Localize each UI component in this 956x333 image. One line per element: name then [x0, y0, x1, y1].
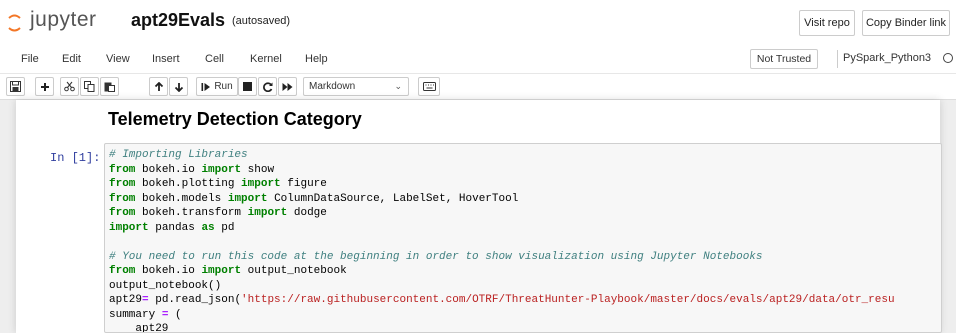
- code-text: bokeh.plotting: [142, 178, 235, 190]
- code-comment: # You need to run this code at the begin…: [109, 250, 763, 263]
- menu-file[interactable]: File: [21, 53, 39, 65]
- code-text: pd: [221, 221, 235, 234]
- trust-status-button[interactable]: Not Trusted: [750, 49, 818, 69]
- code-text: figure: [287, 178, 327, 190]
- kernel-name[interactable]: PySpark_Python3: [843, 52, 931, 64]
- code-text: bokeh.io: [142, 265, 195, 277]
- code-keyword: import: [247, 207, 288, 219]
- interrupt-kernel-button[interactable]: [238, 77, 257, 96]
- code-text: show: [247, 163, 275, 176]
- code-text: output_notebook: [247, 265, 347, 277]
- input-prompt: In [1]:: [50, 151, 101, 165]
- code-operator: =: [142, 294, 149, 306]
- restart-run-all-button[interactable]: [278, 77, 297, 96]
- move-cell-up-button[interactable]: [149, 77, 168, 96]
- insert-cell-button[interactable]: [35, 77, 54, 96]
- code-keyword: import: [109, 221, 149, 234]
- code-text: output_notebook(): [109, 279, 222, 292]
- copy-icon: [84, 81, 95, 92]
- code-text: dodge: [293, 207, 327, 219]
- menu-view[interactable]: View: [106, 53, 130, 65]
- step-forward-icon: [201, 82, 211, 91]
- code-text: bokeh.models: [142, 192, 222, 205]
- command-palette-button[interactable]: [418, 77, 440, 96]
- cell-type-value: Markdown: [309, 81, 356, 92]
- paste-cells-button[interactable]: [100, 77, 119, 96]
- refresh-icon: [262, 81, 272, 92]
- run-cell-button[interactable]: Run: [196, 77, 238, 96]
- visit-repo-button[interactable]: Visit repo: [799, 10, 855, 36]
- jupyter-notebook-page: jupyter apt29Evals (autosaved) Visit rep…: [0, 0, 956, 333]
- code-keyword: from: [109, 163, 136, 176]
- code-comment: # Importing Libraries: [109, 149, 248, 161]
- save-button[interactable]: [6, 77, 25, 96]
- code-cell-input[interactable]: # Importing Libraries from bokeh.io impo…: [104, 143, 942, 333]
- code-keyword: import: [227, 192, 268, 205]
- code-editor[interactable]: # Importing Libraries from bokeh.io impo…: [109, 148, 895, 333]
- code-string: 'https://raw.githubusercontent.com/OTRF/…: [241, 294, 895, 306]
- code-keyword: as: [201, 221, 215, 234]
- code-keyword: from: [109, 178, 136, 190]
- arrow-down-icon: [174, 82, 183, 92]
- notebook-toolbar: Run Markdown ⌄: [0, 74, 956, 100]
- scissors-icon: [64, 81, 75, 92]
- cut-cells-button[interactable]: [60, 77, 79, 96]
- markdown-heading[interactable]: Telemetry Detection Category: [108, 109, 362, 130]
- fast-forward-icon: [282, 82, 293, 91]
- cell-type-select[interactable]: Markdown ⌄: [303, 77, 409, 96]
- menu-insert[interactable]: Insert: [152, 53, 180, 65]
- jupyter-logo-icon: [8, 14, 21, 32]
- move-cell-down-button[interactable]: [169, 77, 188, 96]
- menu-cell[interactable]: Cell: [205, 53, 224, 65]
- keyboard-icon: [422, 82, 436, 91]
- code-text: apt29: [109, 294, 143, 306]
- autosave-status: (autosaved): [232, 15, 291, 27]
- menu-kernel[interactable]: Kernel: [250, 53, 282, 65]
- notebook-name[interactable]: apt29Evals: [131, 10, 225, 31]
- copy-cells-button[interactable]: [80, 77, 99, 96]
- save-icon: [10, 81, 21, 92]
- code-text: apt29: [109, 323, 169, 333]
- code-keyword: import: [201, 163, 242, 176]
- code-text: pd.read_json(: [148, 294, 242, 306]
- code-keyword: from: [109, 207, 136, 219]
- code-keyword: from: [109, 265, 136, 277]
- run-label: Run: [214, 81, 233, 92]
- notebook-header: jupyter apt29Evals (autosaved) Visit rep…: [0, 0, 956, 44]
- arrow-up-icon: [154, 81, 163, 91]
- restart-kernel-button[interactable]: [258, 77, 277, 96]
- code-text: summary: [109, 308, 162, 321]
- jupyter-brand[interactable]: jupyter: [30, 8, 97, 32]
- code-keyword: import: [241, 178, 281, 190]
- code-keyword: from: [109, 192, 136, 205]
- code-text: pandas: [155, 221, 195, 234]
- chevron-down-icon: ⌄: [394, 81, 402, 91]
- kernel-divider: [837, 50, 838, 68]
- code-text: (: [168, 308, 182, 321]
- paste-icon: [104, 82, 115, 92]
- menu-edit[interactable]: Edit: [62, 53, 81, 65]
- plus-icon: [40, 82, 49, 91]
- code-keyword: import: [201, 265, 242, 277]
- menu-help[interactable]: Help: [305, 53, 328, 65]
- kernel-idle-indicator-icon: [943, 53, 953, 63]
- copy-binder-link-button[interactable]: Copy Binder link: [862, 10, 950, 36]
- code-text: bokeh.io: [142, 163, 195, 176]
- stop-icon: [243, 82, 252, 91]
- code-text: bokeh.transform: [142, 207, 242, 219]
- code-text: ColumnDataSource, LabelSet, HoverTool: [274, 192, 519, 205]
